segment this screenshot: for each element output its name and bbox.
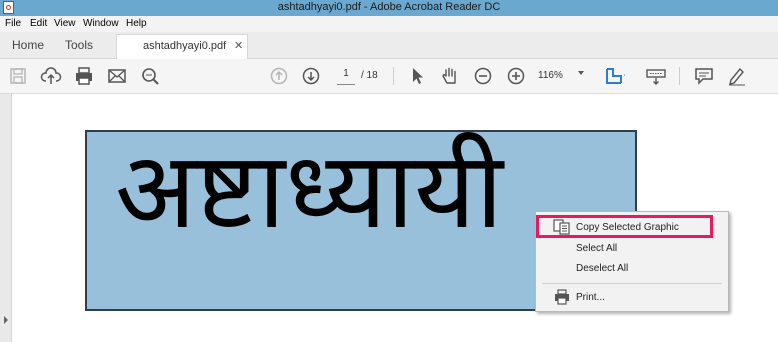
page-up-icon[interactable] [268, 65, 290, 87]
menu-separator [542, 283, 722, 284]
toolbar: 1 / 18 116% [0, 59, 778, 94]
tab-tools[interactable]: Tools [65, 38, 93, 52]
menu-help[interactable]: Help [126, 18, 147, 29]
menu-edit[interactable]: Edit [30, 18, 47, 29]
save-icon[interactable] [7, 65, 29, 87]
highlight-box [536, 215, 713, 238]
print-icon[interactable] [73, 65, 95, 87]
page-down-icon[interactable] [300, 65, 322, 87]
zoom-out-icon[interactable] [472, 65, 494, 87]
sign-icon[interactable] [726, 65, 748, 87]
window-title: ashtadhyayi0.pdf - Adobe Acrobat Reader … [277, 1, 501, 13]
search-icon[interactable] [139, 65, 161, 87]
tab-document-label: ashtadhyayi0.pdf [143, 40, 227, 52]
zoom-in-icon[interactable] [505, 65, 527, 87]
menu-window[interactable]: Window [83, 18, 119, 29]
left-nav-panel [0, 94, 12, 342]
hand-icon[interactable] [439, 65, 461, 87]
select-arrow-icon[interactable] [406, 65, 428, 87]
title-bar: ashtadhyayi0.pdf - Adobe Acrobat Reader … [0, 0, 778, 16]
fit-page-icon[interactable] [603, 65, 625, 87]
tab-home[interactable]: Home [12, 38, 44, 52]
menu-select-all[interactable]: Select All [576, 243, 617, 254]
zoom-level[interactable]: 116% [538, 70, 563, 81]
page-total: / 18 [361, 70, 378, 81]
toolbar-divider [679, 67, 680, 85]
toolbar-divider [393, 67, 394, 85]
page-number-input[interactable]: 1 [337, 68, 355, 85]
menu-view[interactable]: View [54, 18, 76, 29]
expand-panel-icon[interactable] [4, 316, 8, 324]
close-tab-icon[interactable]: ✕ [234, 39, 243, 52]
comment-icon[interactable] [693, 65, 715, 87]
menu-file[interactable]: File [5, 18, 21, 29]
context-menu: Copy Selected Graphic Select All Deselec… [535, 211, 729, 312]
menu-deselect-all[interactable]: Deselect All [576, 263, 628, 274]
tab-document[interactable]: ashtadhyayi0.pdf ✕ [116, 34, 248, 59]
keyboard-icon[interactable] [645, 65, 667, 87]
print-icon [553, 289, 571, 305]
mail-icon[interactable] [106, 65, 128, 87]
zoom-dropdown-icon[interactable] [578, 71, 584, 75]
menu-print[interactable]: Print... [576, 292, 605, 303]
upload-icon[interactable] [40, 65, 62, 87]
graphic-devanagari-text: अष्टाध्यायी [115, 130, 504, 252]
menu-bar: File Edit View Window Help [0, 16, 778, 32]
